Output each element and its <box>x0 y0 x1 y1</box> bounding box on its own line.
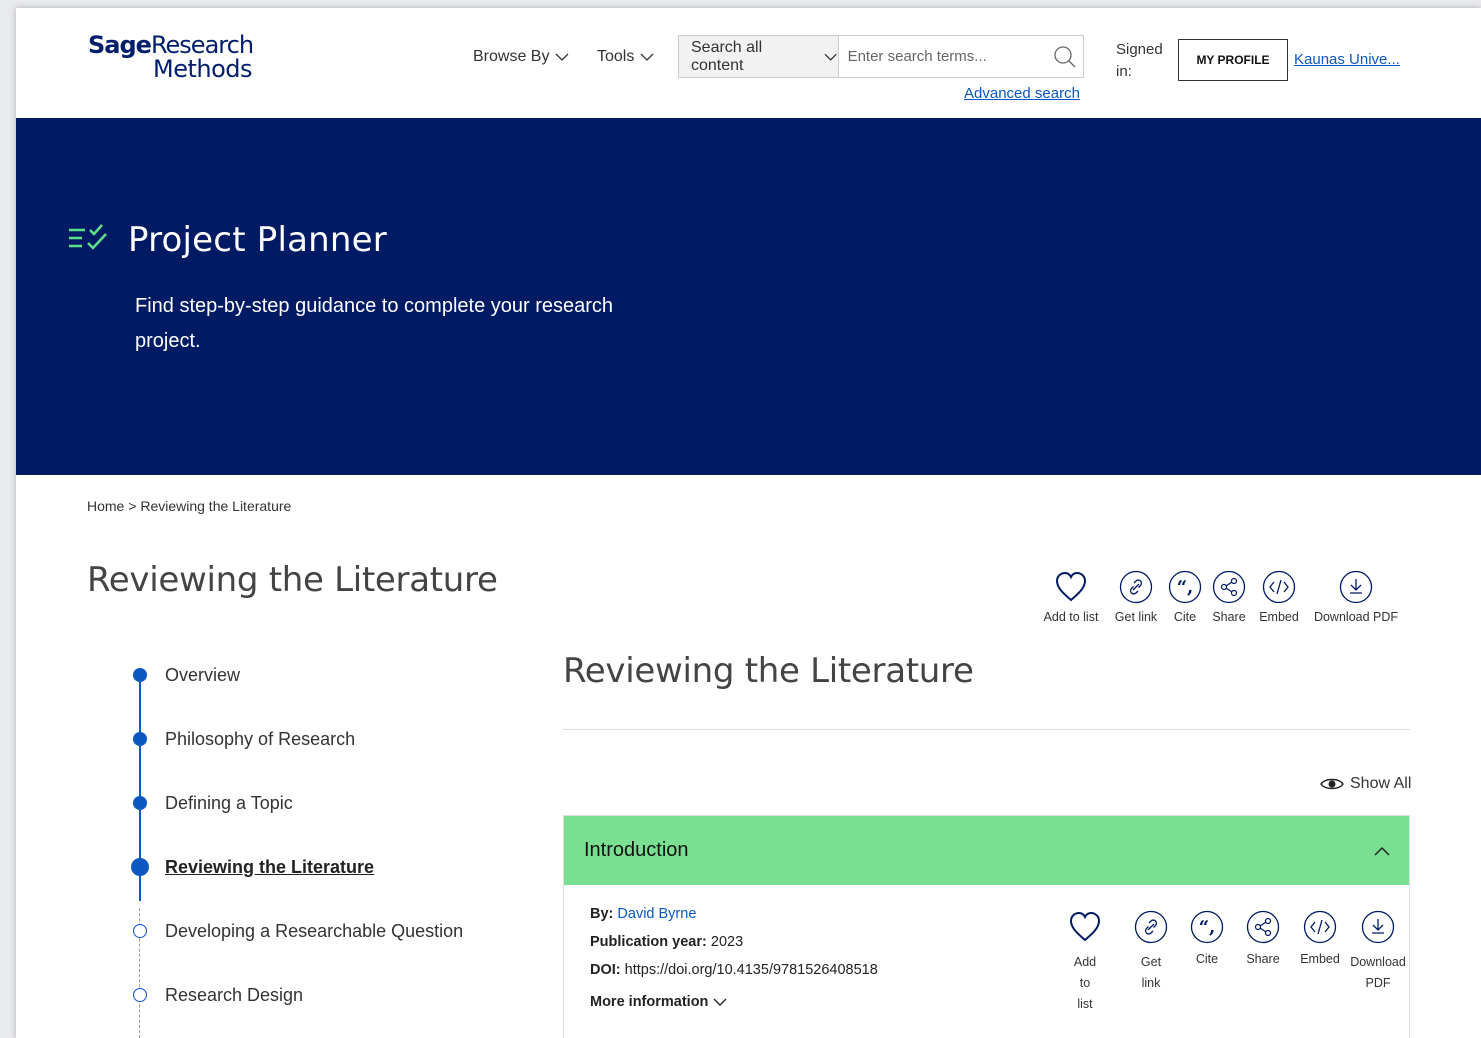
quote-icon: “, <box>1168 570 1202 604</box>
heart-icon <box>1069 911 1101 942</box>
link-icon <box>1134 910 1168 944</box>
heart-icon <box>1055 571 1087 602</box>
tools-label: Tools <box>597 48 635 65</box>
show-all-button[interactable]: Show All <box>1320 775 1411 793</box>
content-title: Reviewing the Literature <box>563 651 974 691</box>
share-icon <box>1246 910 1280 944</box>
cite-label: Cite <box>1195 952 1219 966</box>
section-cite-button[interactable]: “, Cite <box>1190 910 1224 966</box>
step-label: Philosophy of Research <box>165 728 356 749</box>
download-pdf-label: Download PDF <box>1313 610 1399 624</box>
add-to-list-label: Add to list <box>1043 610 1099 624</box>
doi-label: DOI: <box>590 962 621 978</box>
cite-button[interactable]: “, Cite <box>1168 570 1202 624</box>
search-scope-label: Search all content <box>691 38 763 74</box>
get-link-button[interactable]: Get link <box>1109 570 1163 624</box>
search-scope-select[interactable]: Search all content <box>679 36 839 77</box>
step-complete-dot <box>133 668 147 682</box>
eye-icon <box>1320 778 1344 790</box>
more-info-label: More information <box>590 994 709 1010</box>
svg-text:“,: “, <box>1199 917 1216 938</box>
more-information-toggle[interactable]: More information <box>590 988 878 1016</box>
svg-text:“,: “, <box>1177 577 1194 598</box>
share-label: Share <box>1246 952 1280 966</box>
step-complete-dot <box>133 796 147 810</box>
add-to-list-label: Add to list <box>1073 955 1097 1011</box>
quote-icon: “, <box>1190 910 1224 944</box>
browse-by-label: Browse By <box>473 48 550 65</box>
breadcrumb-home-link[interactable]: Home <box>87 498 124 514</box>
project-steps-nav: Overview Philosophy of Research Defining… <box>126 658 526 1038</box>
pub-year-label: Publication year: <box>590 934 707 950</box>
by-label: By: <box>590 906 614 922</box>
chevron-up-icon <box>1374 846 1390 856</box>
my-profile-button[interactable]: MY PROFILE <box>1178 39 1288 81</box>
section-get-link-button[interactable]: Get link <box>1132 910 1170 994</box>
step-todo-dot <box>133 924 147 938</box>
search-input[interactable] <box>838 36 1047 77</box>
share-button[interactable]: Share <box>1212 570 1246 624</box>
step-label: Reviewing the Literature <box>165 856 375 877</box>
breadcrumb: Home > Reviewing the Literature <box>87 498 291 514</box>
section-metadata: By: David Byrne Publication year: 2023 D… <box>590 900 878 1016</box>
section-add-to-list-button[interactable]: Add to list <box>1066 910 1104 1015</box>
section-download-pdf-button[interactable]: Download PDF <box>1346 910 1410 994</box>
embed-label: Embed <box>1259 610 1299 624</box>
browse-by-menu[interactable]: Browse By <box>473 48 569 66</box>
code-icon <box>1262 570 1296 604</box>
search-bar: Search all content <box>678 35 1084 78</box>
institution-link[interactable]: Kaunas Unive... <box>1294 51 1400 68</box>
signed-in-label: Signed in: <box>1116 41 1163 80</box>
get-link-label: Get link <box>1114 610 1158 624</box>
download-pdf-button[interactable]: Download PDF <box>1310 570 1402 624</box>
hero-banner: Project Planner Find step-by-step guidan… <box>16 118 1481 475</box>
chevron-down-icon <box>713 998 727 1006</box>
step-label: Research Design <box>165 984 304 1005</box>
hero-title: Project Planner <box>128 220 387 260</box>
sage-logo[interactable]: SageResearch Methods <box>88 33 254 81</box>
author-link[interactable]: David Byrne <box>617 906 696 922</box>
embed-button[interactable]: Embed <box>1258 570 1300 624</box>
add-to-list-button[interactable]: Add to list <box>1038 570 1104 624</box>
section-share-button[interactable]: Share <box>1244 910 1282 966</box>
step-complete-dot <box>133 732 147 746</box>
search-icon <box>1054 45 1076 67</box>
code-icon <box>1303 910 1337 944</box>
section-embed-button[interactable]: Embed <box>1298 910 1342 966</box>
step-label: Developing a Researchable Question <box>165 920 464 941</box>
chevron-down-icon <box>556 53 569 61</box>
link-icon <box>1119 570 1153 604</box>
step-label: Defining a Topic <box>165 792 293 813</box>
site-header: SageResearch Methods Browse By Tools Sea… <box>16 8 1481 118</box>
chevron-down-icon <box>824 53 838 61</box>
download-icon <box>1339 570 1373 604</box>
pub-year-value: 2023 <box>710 934 744 950</box>
hero-description: Find step-by-step guidance to complete y… <box>135 295 614 352</box>
share-label: Share <box>1212 610 1246 624</box>
advanced-search-link[interactable]: Advanced search <box>964 85 1080 102</box>
tools-menu[interactable]: Tools <box>597 48 654 66</box>
step-current-dot <box>131 858 149 876</box>
breadcrumb-current: Reviewing the Literature <box>140 498 292 514</box>
search-button[interactable] <box>1047 36 1083 77</box>
checklist-icon <box>69 224 107 250</box>
download-icon <box>1361 910 1395 944</box>
chevron-down-icon <box>640 53 654 61</box>
page-title: Reviewing the Literature <box>87 560 498 600</box>
step-label: Overview <box>165 664 241 685</box>
share-icon <box>1212 570 1246 604</box>
download-pdf-label: Download PDF <box>1350 955 1406 990</box>
introduction-section: Introduction By: David Byrne Publication… <box>563 815 1410 1038</box>
page: SageResearch Methods Browse By Tools Sea… <box>16 8 1481 1038</box>
cite-label: Cite <box>1173 610 1197 624</box>
breadcrumb-separator: > <box>128 498 137 514</box>
get-link-label: Get link <box>1140 955 1162 990</box>
show-all-label: Show All <box>1350 775 1412 792</box>
embed-label: Embed <box>1300 952 1340 966</box>
divider <box>563 729 1410 730</box>
introduction-header[interactable]: Introduction <box>564 816 1409 885</box>
section-title: Introduction <box>584 839 689 861</box>
doi-value: https://doi.org/10.4135/9781526408518 <box>624 962 878 978</box>
step-todo-dot <box>133 988 147 1002</box>
